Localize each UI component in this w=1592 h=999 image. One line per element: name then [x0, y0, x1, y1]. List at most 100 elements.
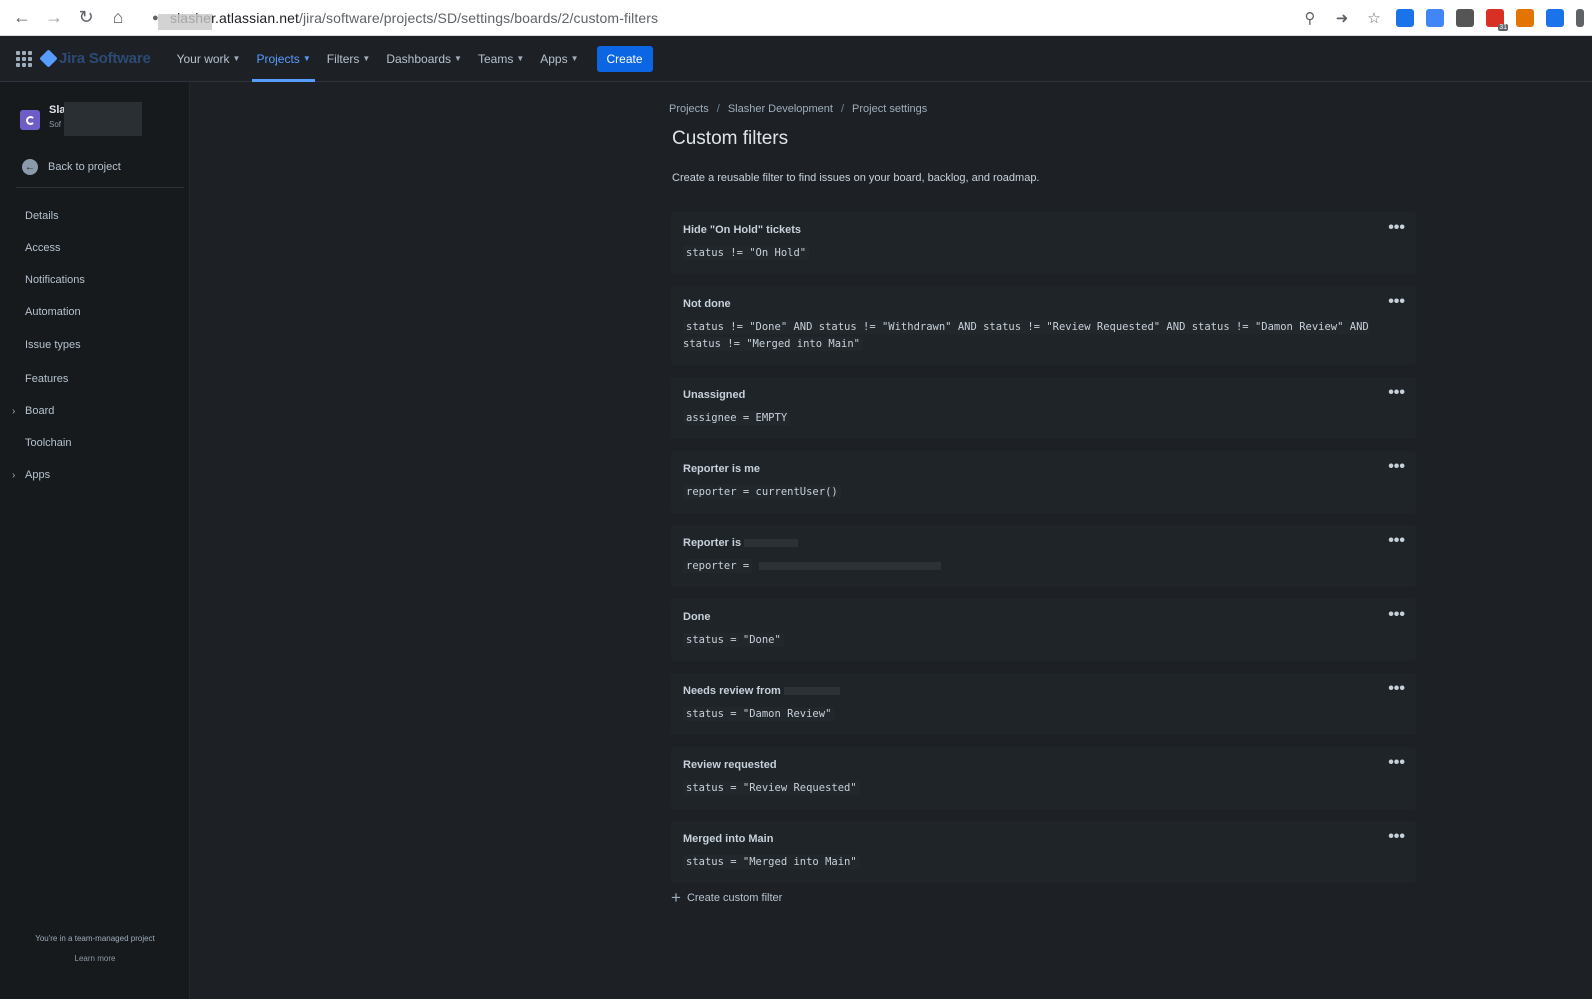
- sidebar-item-notifications[interactable]: Notifications: [0, 264, 190, 296]
- sidebar-menu: Details Access Notifications Automation …: [0, 200, 190, 491]
- more-actions-button[interactable]: •••: [1388, 294, 1405, 310]
- chevron-down-icon: ▼: [516, 54, 525, 63]
- filter-jql-text: status = "Done": [683, 633, 784, 647]
- sidebar-item-issue-types[interactable]: Issue types: [0, 328, 190, 362]
- project-settings-sidebar: Slaent Sof ← Back to project Details Acc…: [0, 82, 190, 999]
- sidebar-item-board[interactable]: › Board: [0, 395, 190, 427]
- spy-extension-icon[interactable]: [1456, 9, 1474, 27]
- breadcrumb-project[interactable]: Slasher Development: [728, 103, 833, 115]
- top-nav-items: Your work ▼ Projects ▼ Filters ▼ Dashboards…: [169, 36, 587, 82]
- breadcrumb-project-settings[interactable]: Project settings: [852, 103, 927, 115]
- back-arrow-icon[interactable]: ←: [6, 2, 38, 34]
- project-header[interactable]: Slaent Sof: [20, 102, 142, 136]
- filter-name: Unassigned: [683, 389, 746, 401]
- filter-name: Reporter is me: [683, 463, 761, 475]
- more-actions-button[interactable]: •••: [1388, 220, 1405, 236]
- nav-projects[interactable]: Projects ▼: [248, 36, 318, 82]
- sidebar-item-features[interactable]: Features: [0, 362, 190, 395]
- star-icon[interactable]: ☆: [1364, 8, 1384, 28]
- sidebar-item-automation[interactable]: Automation: [0, 296, 190, 328]
- sidebar-item-label: Issue types: [25, 339, 81, 351]
- zoom-icon[interactable]: ⚲: [1300, 8, 1320, 28]
- filter-jql: status = "Review Requested": [683, 780, 1404, 797]
- filter-jql: reporter = currentUser(): [683, 484, 1404, 501]
- plus-icon: +: [671, 888, 681, 907]
- filter-jql: status = "Merged into Main": [683, 854, 1404, 871]
- more-actions-button[interactable]: •••: [1388, 829, 1405, 845]
- nav-label: Dashboards: [386, 51, 452, 66]
- nav-label: Teams: [477, 51, 514, 66]
- address-bar[interactable]: slasher.atlassian.net/jira/software/proj…: [170, 10, 658, 26]
- filter-card: Merged into Main status = "Merged into M…: [671, 821, 1416, 883]
- sidebar-item-toolchain[interactable]: Toolchain: [0, 427, 190, 459]
- more-actions-button[interactable]: •••: [1388, 459, 1405, 475]
- filter-jql: status != "Done" AND status != "Withdraw…: [683, 319, 1404, 353]
- react-devtools-extension-icon[interactable]: [1396, 9, 1414, 27]
- breadcrumb: Projects / Slasher Development / Project…: [669, 103, 927, 115]
- redacted-name: [744, 539, 799, 548]
- nav-filters[interactable]: Filters ▼: [319, 36, 379, 82]
- breadcrumb-separator: /: [716, 103, 720, 115]
- nav-apps[interactable]: Apps ▼: [532, 36, 586, 82]
- chevron-down-icon: ▼: [454, 54, 462, 63]
- url-redaction: [158, 14, 212, 30]
- create-custom-filter-label: Create custom filter: [686, 892, 783, 904]
- chevron-right-icon: ›: [12, 469, 16, 481]
- filter-jql-text: status = "Merged into Main": [683, 855, 860, 869]
- shield-extension-icon[interactable]: 31: [1486, 9, 1508, 31]
- more-actions-button[interactable]: •••: [1388, 681, 1405, 697]
- url-path: /jira/software/projects/SD/settings/boar…: [298, 9, 659, 26]
- filter-jql-text: reporter = currentUser(): [683, 485, 841, 499]
- browser-toolbar: ← → ↻ ⌂ ● slasher.atlassian.net/jira/sof…: [0, 0, 1592, 36]
- project-name-redaction: [64, 102, 142, 136]
- chevron-right-icon: ›: [12, 405, 16, 417]
- filter-card: Hide "On Hold" tickets status != "On Hol…: [671, 212, 1416, 274]
- filter-jql-text: reporter =: [683, 559, 753, 573]
- breadcrumb-separator: /: [840, 103, 845, 115]
- home-icon[interactable]: ⌂: [102, 2, 134, 34]
- more-actions-button[interactable]: •••: [1388, 385, 1405, 401]
- more-actions-button[interactable]: •••: [1388, 533, 1405, 549]
- browser-actions: ⚲ ➜ ☆ 31: [1300, 0, 1592, 36]
- filter-name: Hide "On Hold" tickets: [683, 224, 802, 236]
- image-extension-icon[interactable]: [1426, 9, 1444, 27]
- breadcrumb-projects[interactable]: Projects: [669, 103, 709, 115]
- profile-extension-icon[interactable]: [1576, 9, 1584, 27]
- sidebar-divider: [16, 187, 184, 188]
- sidebar-item-label: Access: [25, 242, 61, 254]
- megaphone-extension-icon[interactable]: [1516, 9, 1534, 27]
- back-to-project-link[interactable]: ← Back to project: [22, 159, 121, 175]
- custom-filter-list: Hide "On Hold" tickets status != "On Hol…: [671, 212, 1416, 895]
- chevron-down-icon: ▼: [570, 54, 579, 63]
- reload-icon[interactable]: ↻: [70, 2, 102, 34]
- sidebar-item-access[interactable]: Access: [0, 232, 190, 264]
- team-managed-notice: You're in a team-managed project Learn m…: [0, 934, 190, 963]
- sidebar-item-apps[interactable]: › Apps: [0, 459, 190, 491]
- more-actions-button[interactable]: •••: [1388, 755, 1405, 771]
- nav-your-work[interactable]: Your work ▼: [169, 36, 249, 82]
- filter-card: Done status = "Done" •••: [671, 599, 1416, 661]
- jira-logo[interactable]: Jira Software: [39, 49, 151, 68]
- nav-dashboards[interactable]: Dashboards ▼: [378, 36, 470, 82]
- create-button[interactable]: Create: [596, 45, 653, 72]
- sidebar-item-label: Apps: [25, 469, 51, 481]
- create-custom-filter-button[interactable]: + Create custom filter: [671, 888, 783, 907]
- filter-name-text: Needs review from: [683, 685, 781, 697]
- filter-name-text: Reporter is: [683, 537, 742, 549]
- sidebar-item-details[interactable]: Details: [0, 200, 190, 232]
- sidebar-item-label: Notifications: [25, 274, 85, 286]
- learn-more-link[interactable]: Learn more: [0, 954, 190, 963]
- jira-logo-icon: [39, 49, 58, 68]
- forward-arrow-icon[interactable]: →: [38, 2, 70, 34]
- filter-card: Unassigned assignee = EMPTY •••: [671, 377, 1416, 439]
- more-actions-button[interactable]: •••: [1388, 607, 1405, 623]
- filter-jql: assignee = EMPTY: [683, 410, 1404, 427]
- trello-extension-icon[interactable]: [1546, 9, 1564, 27]
- nav-teams[interactable]: Teams ▼: [470, 36, 532, 82]
- redacted-account-id: [758, 562, 941, 570]
- sidebar-item-label: Details: [25, 210, 59, 222]
- filter-jql: status = "Done": [683, 632, 1404, 649]
- arrow-left-circle-icon: ←: [22, 159, 38, 175]
- share-icon[interactable]: ➜: [1332, 8, 1352, 28]
- app-switcher-icon[interactable]: [16, 50, 32, 67]
